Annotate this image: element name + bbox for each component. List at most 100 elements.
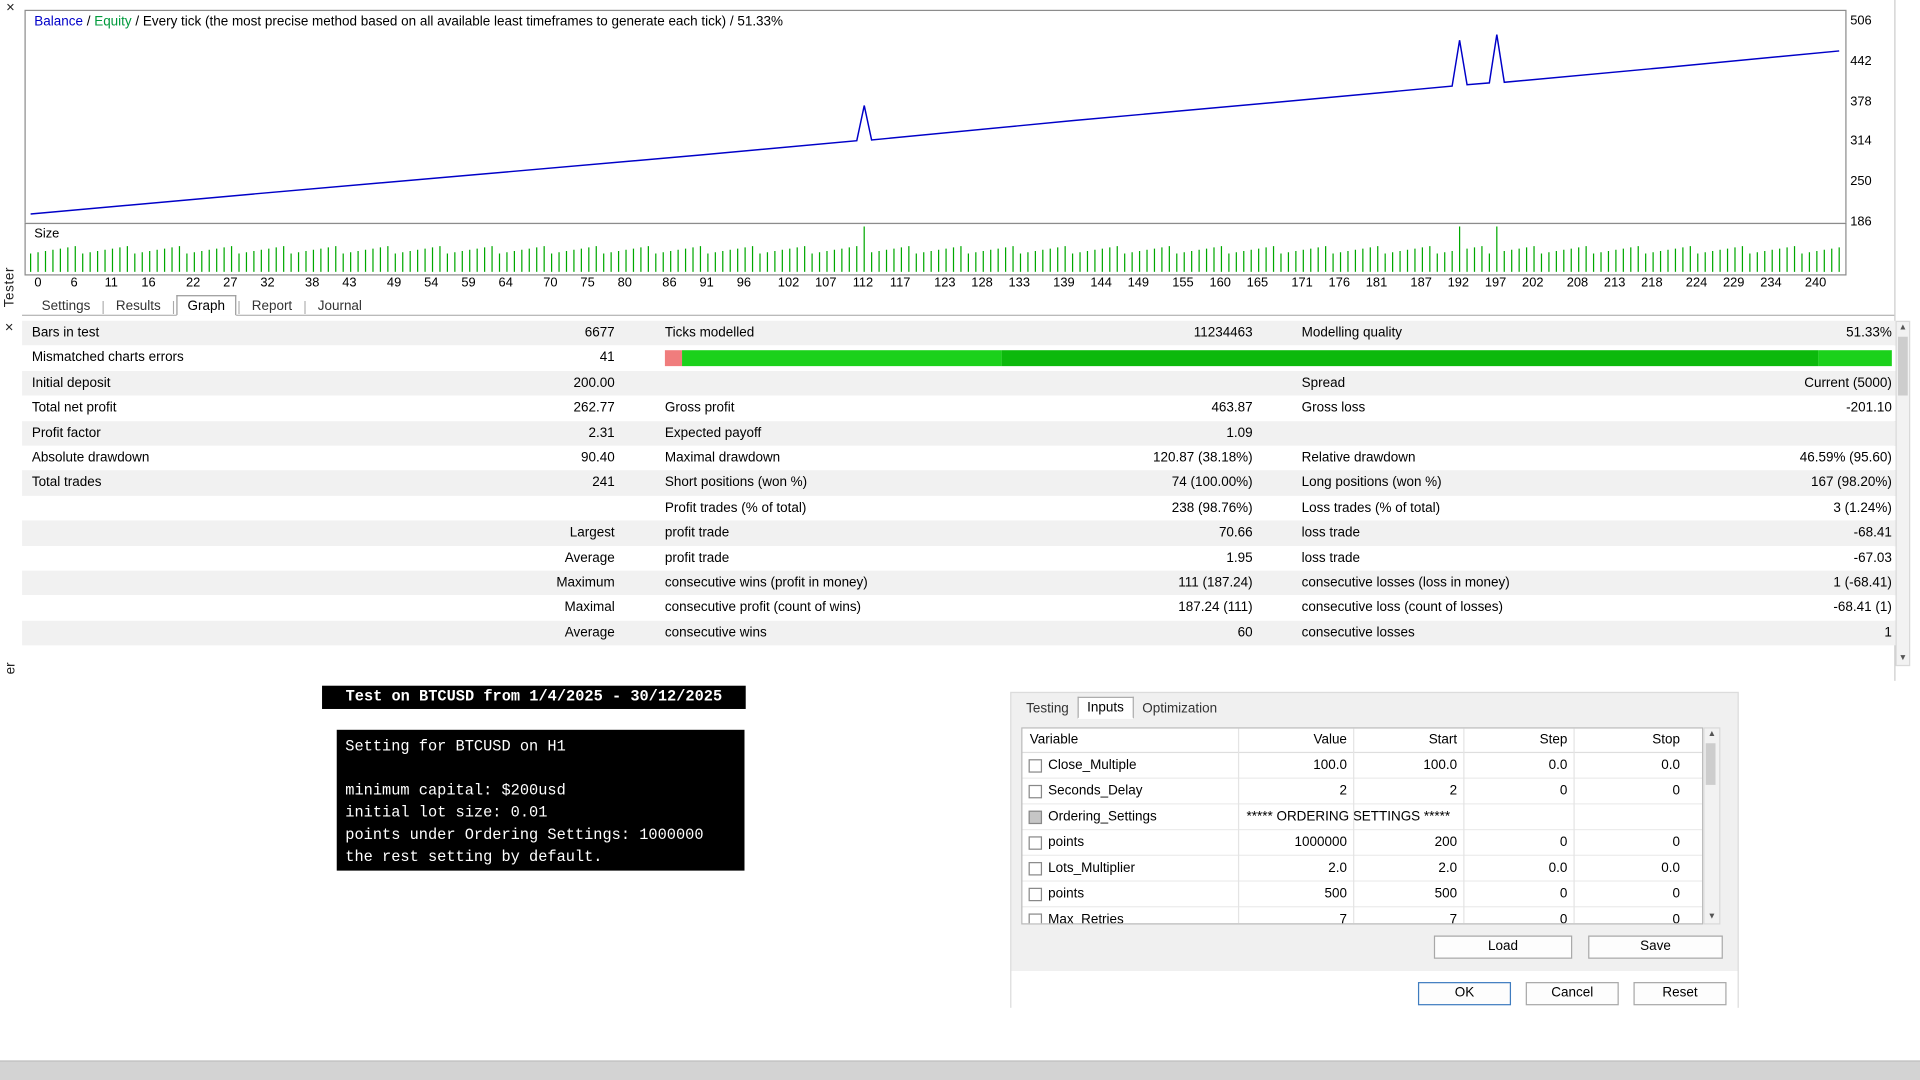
load-button[interactable]: Load bbox=[1433, 935, 1573, 959]
x-tick-label: 160 bbox=[1209, 275, 1231, 291]
result-value: 200.00 bbox=[573, 375, 615, 391]
checkbox[interactable] bbox=[1028, 759, 1043, 773]
save-button[interactable]: Save bbox=[1588, 935, 1723, 959]
quality-bar-segment bbox=[664, 350, 683, 366]
table-row: Initial deposit 200.00 Spread Current (5000… bbox=[22, 370, 1898, 396]
variable-step: 0 bbox=[1559, 912, 1568, 925]
table-row: Largest profit trade 70.66 loss trade -68.41 bbox=[22, 520, 1898, 546]
inputs-grid-body: Close_Multiple 100.0 100.0 0.0 0.0 Seconds_De… bbox=[1022, 753, 1703, 924]
result-value: 46.59% (95.60) bbox=[1799, 450, 1892, 466]
quality-bar-segment bbox=[682, 350, 1002, 366]
tab-journal[interactable]: Journal bbox=[308, 296, 372, 314]
table-row: Maximum consecutive wins (profit in money… bbox=[22, 570, 1898, 596]
input-row[interactable]: points 500 500 0 0 bbox=[1022, 882, 1703, 908]
y-tick-label: 250 bbox=[1850, 174, 1872, 189]
tab-testing[interactable]: Testing bbox=[1018, 699, 1078, 719]
checkbox[interactable] bbox=[1028, 810, 1043, 825]
x-tick-label: 139 bbox=[1053, 275, 1075, 291]
x-tick-label: 64 bbox=[498, 275, 513, 291]
x-tick-label: 117 bbox=[889, 275, 911, 291]
checkbox[interactable] bbox=[1028, 836, 1043, 850]
x-tick-label: 54 bbox=[424, 275, 439, 291]
graph-legend: Balance / Equity / Every tick (the most … bbox=[34, 15, 783, 30]
result-value: 463.87 bbox=[1211, 400, 1253, 416]
close-icon[interactable]: × bbox=[6, 0, 15, 15]
input-row[interactable]: Lots_Multiplier 2.0 2.0 0.0 0.0 bbox=[1022, 856, 1703, 882]
grid-column-divider bbox=[1463, 728, 1465, 924]
x-tick-label: 49 bbox=[386, 275, 402, 291]
checkbox[interactable] bbox=[1028, 887, 1043, 902]
balance-chart-svg bbox=[30, 34, 1840, 215]
console-line: minimum capital: $200usd bbox=[345, 782, 566, 800]
scroll-up-icon[interactable]: ▲ bbox=[1897, 322, 1909, 334]
input-row[interactable]: Close_Multiple 100.0 100.0 0.0 0.0 bbox=[1022, 753, 1703, 779]
result-value: 262.77 bbox=[573, 400, 615, 416]
scrollbar-thumb[interactable] bbox=[1897, 336, 1908, 396]
tab-report[interactable]: Report bbox=[242, 296, 302, 314]
variable-name: Seconds_Delay bbox=[1048, 783, 1143, 799]
variable-start: 2 bbox=[1449, 783, 1458, 799]
checkbox[interactable] bbox=[1028, 862, 1043, 876]
tab-settings[interactable]: Settings bbox=[32, 296, 100, 314]
result-value: 74 (100.00%) bbox=[1171, 475, 1253, 491]
input-row[interactable]: Ordering_Settings ***** ORDERING SETTINGS… bbox=[1022, 804, 1703, 831]
legend-method: Every tick (the most precise method base… bbox=[142, 14, 727, 30]
tab-graph[interactable]: Graph bbox=[176, 295, 237, 316]
x-tick-label: 240 bbox=[1804, 275, 1827, 291]
result-value: -201.10 bbox=[1846, 400, 1892, 416]
variable-stop: 0 bbox=[1672, 886, 1681, 902]
inputs-grid: Variable Value Start Step Stop Close_Multipl… bbox=[1021, 727, 1704, 925]
close-icon[interactable]: × bbox=[5, 320, 14, 335]
variable-stop: 0.0 bbox=[1661, 757, 1681, 773]
y-tick-label: 186 bbox=[1850, 214, 1872, 229]
x-tick-label: 75 bbox=[580, 275, 595, 291]
result-value: 11234463 bbox=[1193, 325, 1253, 341]
grid-column-divider bbox=[1237, 728, 1240, 924]
tab-optimization[interactable]: Optimization bbox=[1134, 699, 1226, 719]
input-row[interactable]: Max_Retries 7 7 0 0 bbox=[1022, 907, 1702, 924]
scroll-down-icon[interactable]: ▼ bbox=[1704, 911, 1719, 923]
legend-separator: / bbox=[131, 14, 143, 30]
x-tick-label: 208 bbox=[1566, 275, 1589, 291]
y-tick-label: 378 bbox=[1850, 93, 1872, 109]
tab-results[interactable]: Results bbox=[106, 296, 171, 314]
results-scrollbar[interactable]: ▲ ▼ bbox=[1895, 320, 1911, 667]
result-value: 2.31 bbox=[588, 425, 615, 441]
x-tick-label: 16 bbox=[141, 275, 156, 291]
result-value: 51.33% bbox=[1846, 325, 1892, 341]
docked-panel-partial-label: er bbox=[3, 662, 19, 675]
reset-button[interactable]: Reset bbox=[1633, 982, 1727, 1006]
table-row: Mismatched charts errors 41 bbox=[22, 345, 1898, 371]
tab-inputs[interactable]: Inputs bbox=[1077, 696, 1134, 719]
x-tick-label: 171 bbox=[1291, 275, 1313, 291]
scroll-down-icon[interactable]: ▼ bbox=[1897, 653, 1909, 665]
result-value: Average bbox=[564, 550, 615, 566]
variable-step: 0 bbox=[1559, 835, 1568, 850]
x-tick-label: 70 bbox=[543, 275, 558, 291]
variable-stop: 0 bbox=[1672, 783, 1681, 799]
table-row: Profit trades (% of total) 238 (98.76%) Lo… bbox=[22, 495, 1898, 521]
checkbox[interactable] bbox=[1028, 784, 1043, 799]
variable-value: 2.0 bbox=[1328, 860, 1347, 876]
tester-tabs: Settings | Results | Graph | Report | Journal bbox=[22, 294, 1895, 316]
grid-header: Step bbox=[1539, 732, 1568, 747]
ok-button[interactable]: OK bbox=[1417, 982, 1512, 1006]
x-tick-label: 123 bbox=[934, 275, 956, 291]
result-value: 1 (-68.41) bbox=[1833, 575, 1892, 591]
cancel-button[interactable]: Cancel bbox=[1525, 982, 1619, 1006]
input-row[interactable]: Seconds_Delay 2 2 0 0 bbox=[1022, 779, 1703, 805]
inputs-grid-scrollbar[interactable]: ▲ ▼ bbox=[1703, 727, 1721, 925]
checkbox[interactable] bbox=[1028, 913, 1043, 924]
result-value: -68.41 (1) bbox=[1833, 600, 1892, 616]
result-value: 60 bbox=[1237, 625, 1253, 641]
variable-value: 500 bbox=[1324, 886, 1347, 902]
result-value: 241 bbox=[592, 475, 615, 491]
x-tick-label: 32 bbox=[260, 275, 275, 291]
scrollbar-thumb[interactable] bbox=[1705, 743, 1716, 785]
console-line: Setting for BTCUSD on H1 bbox=[345, 738, 566, 756]
scroll-up-icon[interactable]: ▲ bbox=[1704, 729, 1719, 741]
variable-step: 0 bbox=[1559, 886, 1568, 902]
variable-name: Ordering_Settings bbox=[1048, 809, 1157, 825]
quality-bar-segment bbox=[1001, 350, 1819, 366]
input-row[interactable]: points 1000000 200 0 0 bbox=[1022, 830, 1703, 856]
